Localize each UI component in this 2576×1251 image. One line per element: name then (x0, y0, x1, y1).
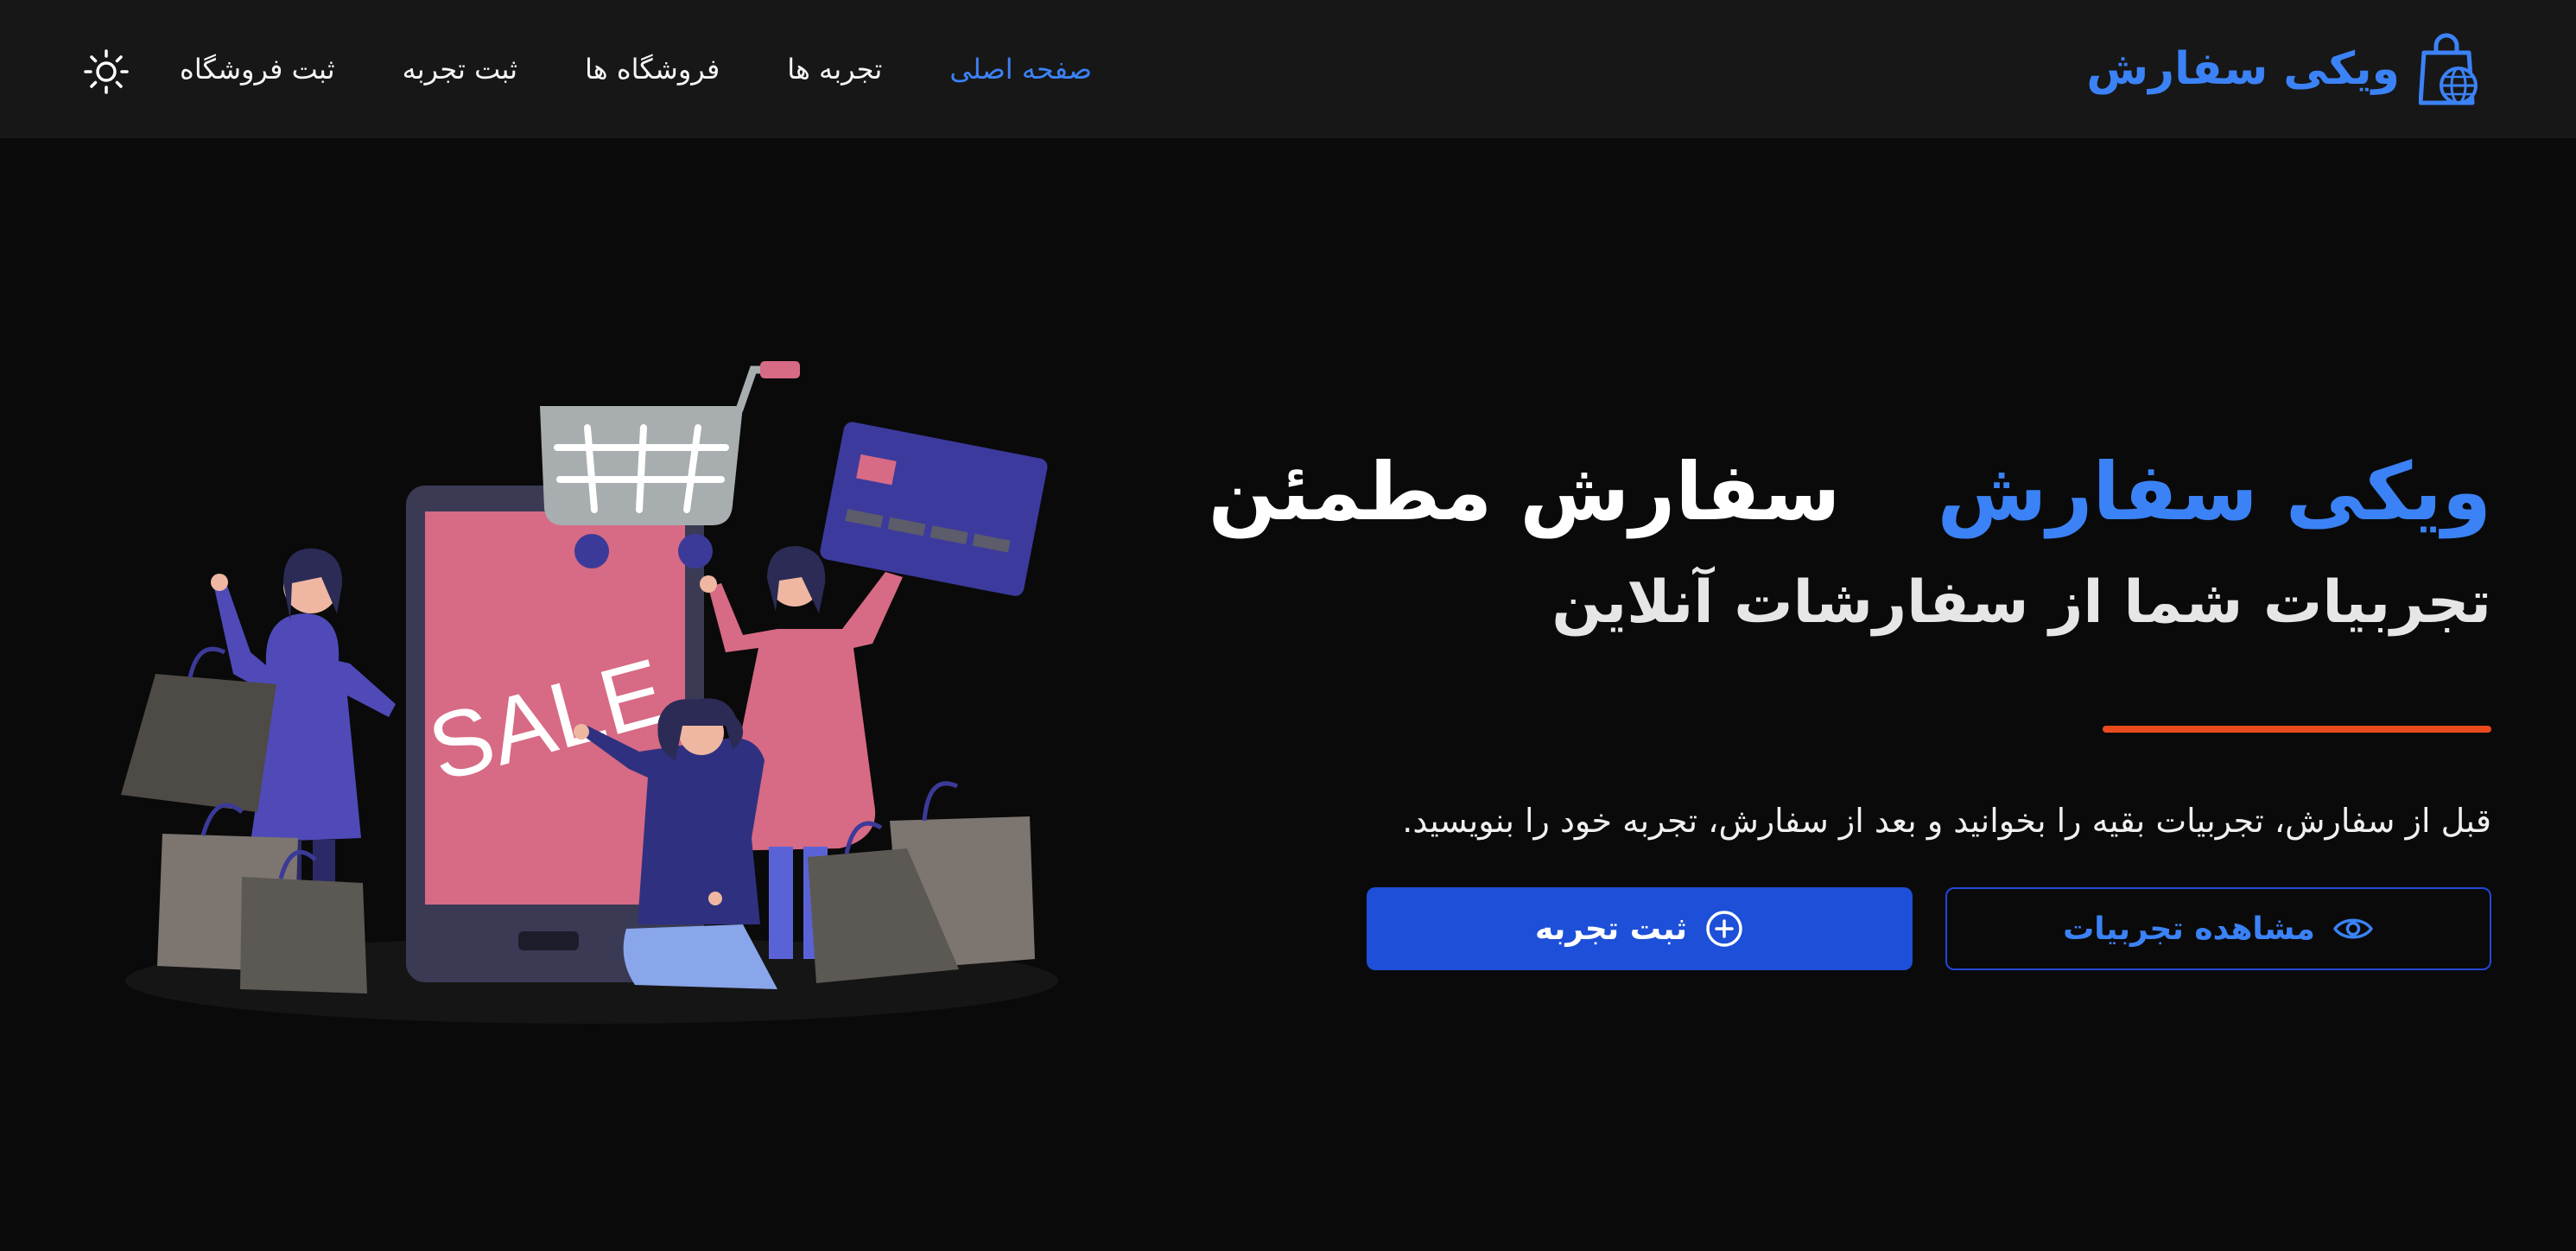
hero-title-brand: ویکی سفارش (1937, 446, 2491, 538)
view-experiences-label: مشاهده تجربیات (2063, 911, 2315, 947)
nav-link-home[interactable]: صفحه اصلی (949, 53, 1092, 86)
accent-divider (2103, 726, 2491, 733)
nav-link-experiences[interactable]: تجربه ها (787, 53, 882, 86)
view-experiences-button[interactable]: مشاهده تجربیات (1945, 887, 2491, 970)
add-experience-label: ثبت تجربه (1534, 911, 1688, 947)
shopping-bag-globe-icon (2419, 33, 2478, 105)
nav-link-add-store[interactable]: ثبت فروشگاه (180, 53, 335, 86)
nav-link-add-experience[interactable]: ثبت تجربه (403, 53, 517, 86)
add-experience-button[interactable]: ثبت تجربه (1367, 887, 1913, 970)
nav-link-stores[interactable]: فروشگاه ها (585, 53, 720, 86)
brand-name: ویکی سفارش (2086, 43, 2400, 95)
hero-description: قبل از سفارش، تجربیات بقیه را بخوانید و … (1402, 802, 2491, 840)
hero-title: ویکی سفارش سفارش مطمئن (1209, 432, 2491, 553)
brand-logo-link[interactable]: ویکی سفارش (2086, 29, 2481, 109)
main-nav: صفحه اصلی تجربه ها فروشگاه ها ثبت تجربه … (180, 0, 1092, 138)
hero-subtitle: تجربیات شما از سفارشات آنلاین (1551, 568, 2491, 637)
shopping-sale-illustration: SALE (121, 361, 1058, 1024)
theme-toggle-button[interactable] (83, 48, 130, 95)
hero-text-block: ویکی سفارش سفارش مطمئن تجربیات شما از سف… (1209, 432, 2491, 646)
eye-icon (2333, 918, 2373, 939)
plus-circle-icon (1706, 911, 1742, 947)
hero-title-rest: سفارش مطمئن (1208, 446, 1841, 538)
sun-icon (84, 49, 129, 94)
navbar: ویکی سفارش صفحه اصلی تجربه ها فروشگاه ها… (0, 0, 2576, 138)
